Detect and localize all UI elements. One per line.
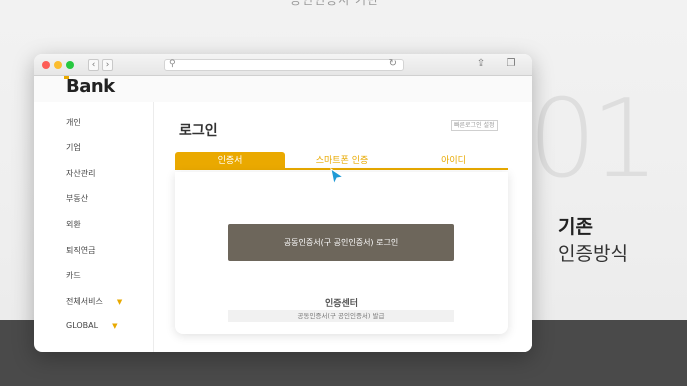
sidebar-item-forex[interactable]: 외환 bbox=[66, 219, 81, 230]
sidebar-item-label: GLOBAL bbox=[66, 321, 99, 330]
side-subtitle: 인증방식 bbox=[558, 243, 628, 265]
tab-certificate[interactable]: 인증서 bbox=[175, 152, 285, 170]
browser-titlebar: ‹ › ⚲ ↻ ⇪ ❐ bbox=[34, 54, 532, 76]
sidebar-item-label: 카드 bbox=[66, 271, 81, 280]
section-number: 01 bbox=[528, 77, 659, 202]
sidebar-item-global[interactable]: GLOBAL ▼ bbox=[66, 321, 117, 330]
side-title: 기존 bbox=[558, 216, 593, 238]
sidebar-item-label: 전체서비스 bbox=[66, 297, 103, 306]
sidebar-item-label: 개인 bbox=[66, 118, 81, 127]
sidebar-item-card[interactable]: 카드 bbox=[66, 270, 81, 281]
minimize-window-button[interactable] bbox=[54, 61, 62, 69]
login-panel: 로그인 빠른로그인 설정 인증서 스마트폰 인증 아이디 공동인증서(구 공인인… bbox=[155, 102, 532, 352]
auth-center-title: 인증센터 bbox=[324, 299, 359, 309]
sidebar-item-all-services[interactable]: 전체서비스 ▼ bbox=[66, 296, 122, 307]
certificate-login-button[interactable]: 공동인증서(구 공인인증서) 로그인 bbox=[228, 224, 454, 261]
sidebar-menu: 개인 기업 자산관리 부동산 외환 퇴직연금 카드 전체서비스 ▼ GLOBAL ▼ bbox=[34, 102, 154, 352]
cursor-arrow-icon bbox=[330, 168, 344, 186]
sidebar-item-business[interactable]: 기업 bbox=[66, 142, 81, 153]
chevron-down-icon: ▼ bbox=[112, 322, 118, 330]
reload-icon[interactable]: ↻ bbox=[389, 58, 397, 69]
sidebar-item-label: 자산관리 bbox=[66, 169, 96, 178]
top-caption: 공인인증서 기반 bbox=[290, 0, 380, 7]
address-bar[interactable]: ⚲ ↻ bbox=[164, 58, 404, 71]
sidebar-item-label: 기업 bbox=[66, 143, 81, 152]
certificate-issue-link[interactable]: 공동인증서(구 공인인증서) 발급 bbox=[228, 310, 454, 322]
tabs-icon[interactable]: ❐ bbox=[504, 58, 518, 71]
forward-icon[interactable]: › bbox=[102, 59, 113, 71]
close-window-button[interactable] bbox=[42, 61, 50, 69]
back-icon[interactable]: ‹ bbox=[88, 59, 99, 71]
browser-window: ‹ › ⚲ ↻ ⇪ ❐ Bank 개인 기업 자산관리 부동산 외환 퇴직연금 … bbox=[34, 54, 532, 352]
search-icon: ⚲ bbox=[169, 59, 176, 69]
tab-id[interactable]: 아이디 bbox=[399, 152, 508, 170]
login-card: 공동인증서(구 공인인증서) 로그인 인증센터 공동인증서(구 공인인증서) 발… bbox=[175, 172, 508, 334]
sidebar-item-label: 퇴직연금 bbox=[66, 246, 96, 255]
quick-login-settings-button[interactable]: 빠른로그인 설정 bbox=[451, 120, 498, 131]
sidebar-item-realestate[interactable]: 부동산 bbox=[66, 193, 88, 204]
sidebar-item-label: 외환 bbox=[66, 220, 81, 229]
sidebar-item-pension[interactable]: 퇴직연금 bbox=[66, 245, 95, 256]
chevron-down-icon: ▼ bbox=[116, 298, 123, 306]
sidebar-item-asset[interactable]: 자산관리 bbox=[66, 168, 95, 179]
share-icon[interactable]: ⇪ bbox=[474, 58, 488, 71]
sidebar-item-personal[interactable]: 개인 bbox=[66, 117, 81, 128]
bank-logo[interactable]: Bank bbox=[66, 76, 115, 98]
zoom-window-button[interactable] bbox=[66, 61, 74, 69]
page-title: 로그인 bbox=[179, 123, 218, 139]
sidebar-item-label: 부동산 bbox=[66, 194, 89, 203]
